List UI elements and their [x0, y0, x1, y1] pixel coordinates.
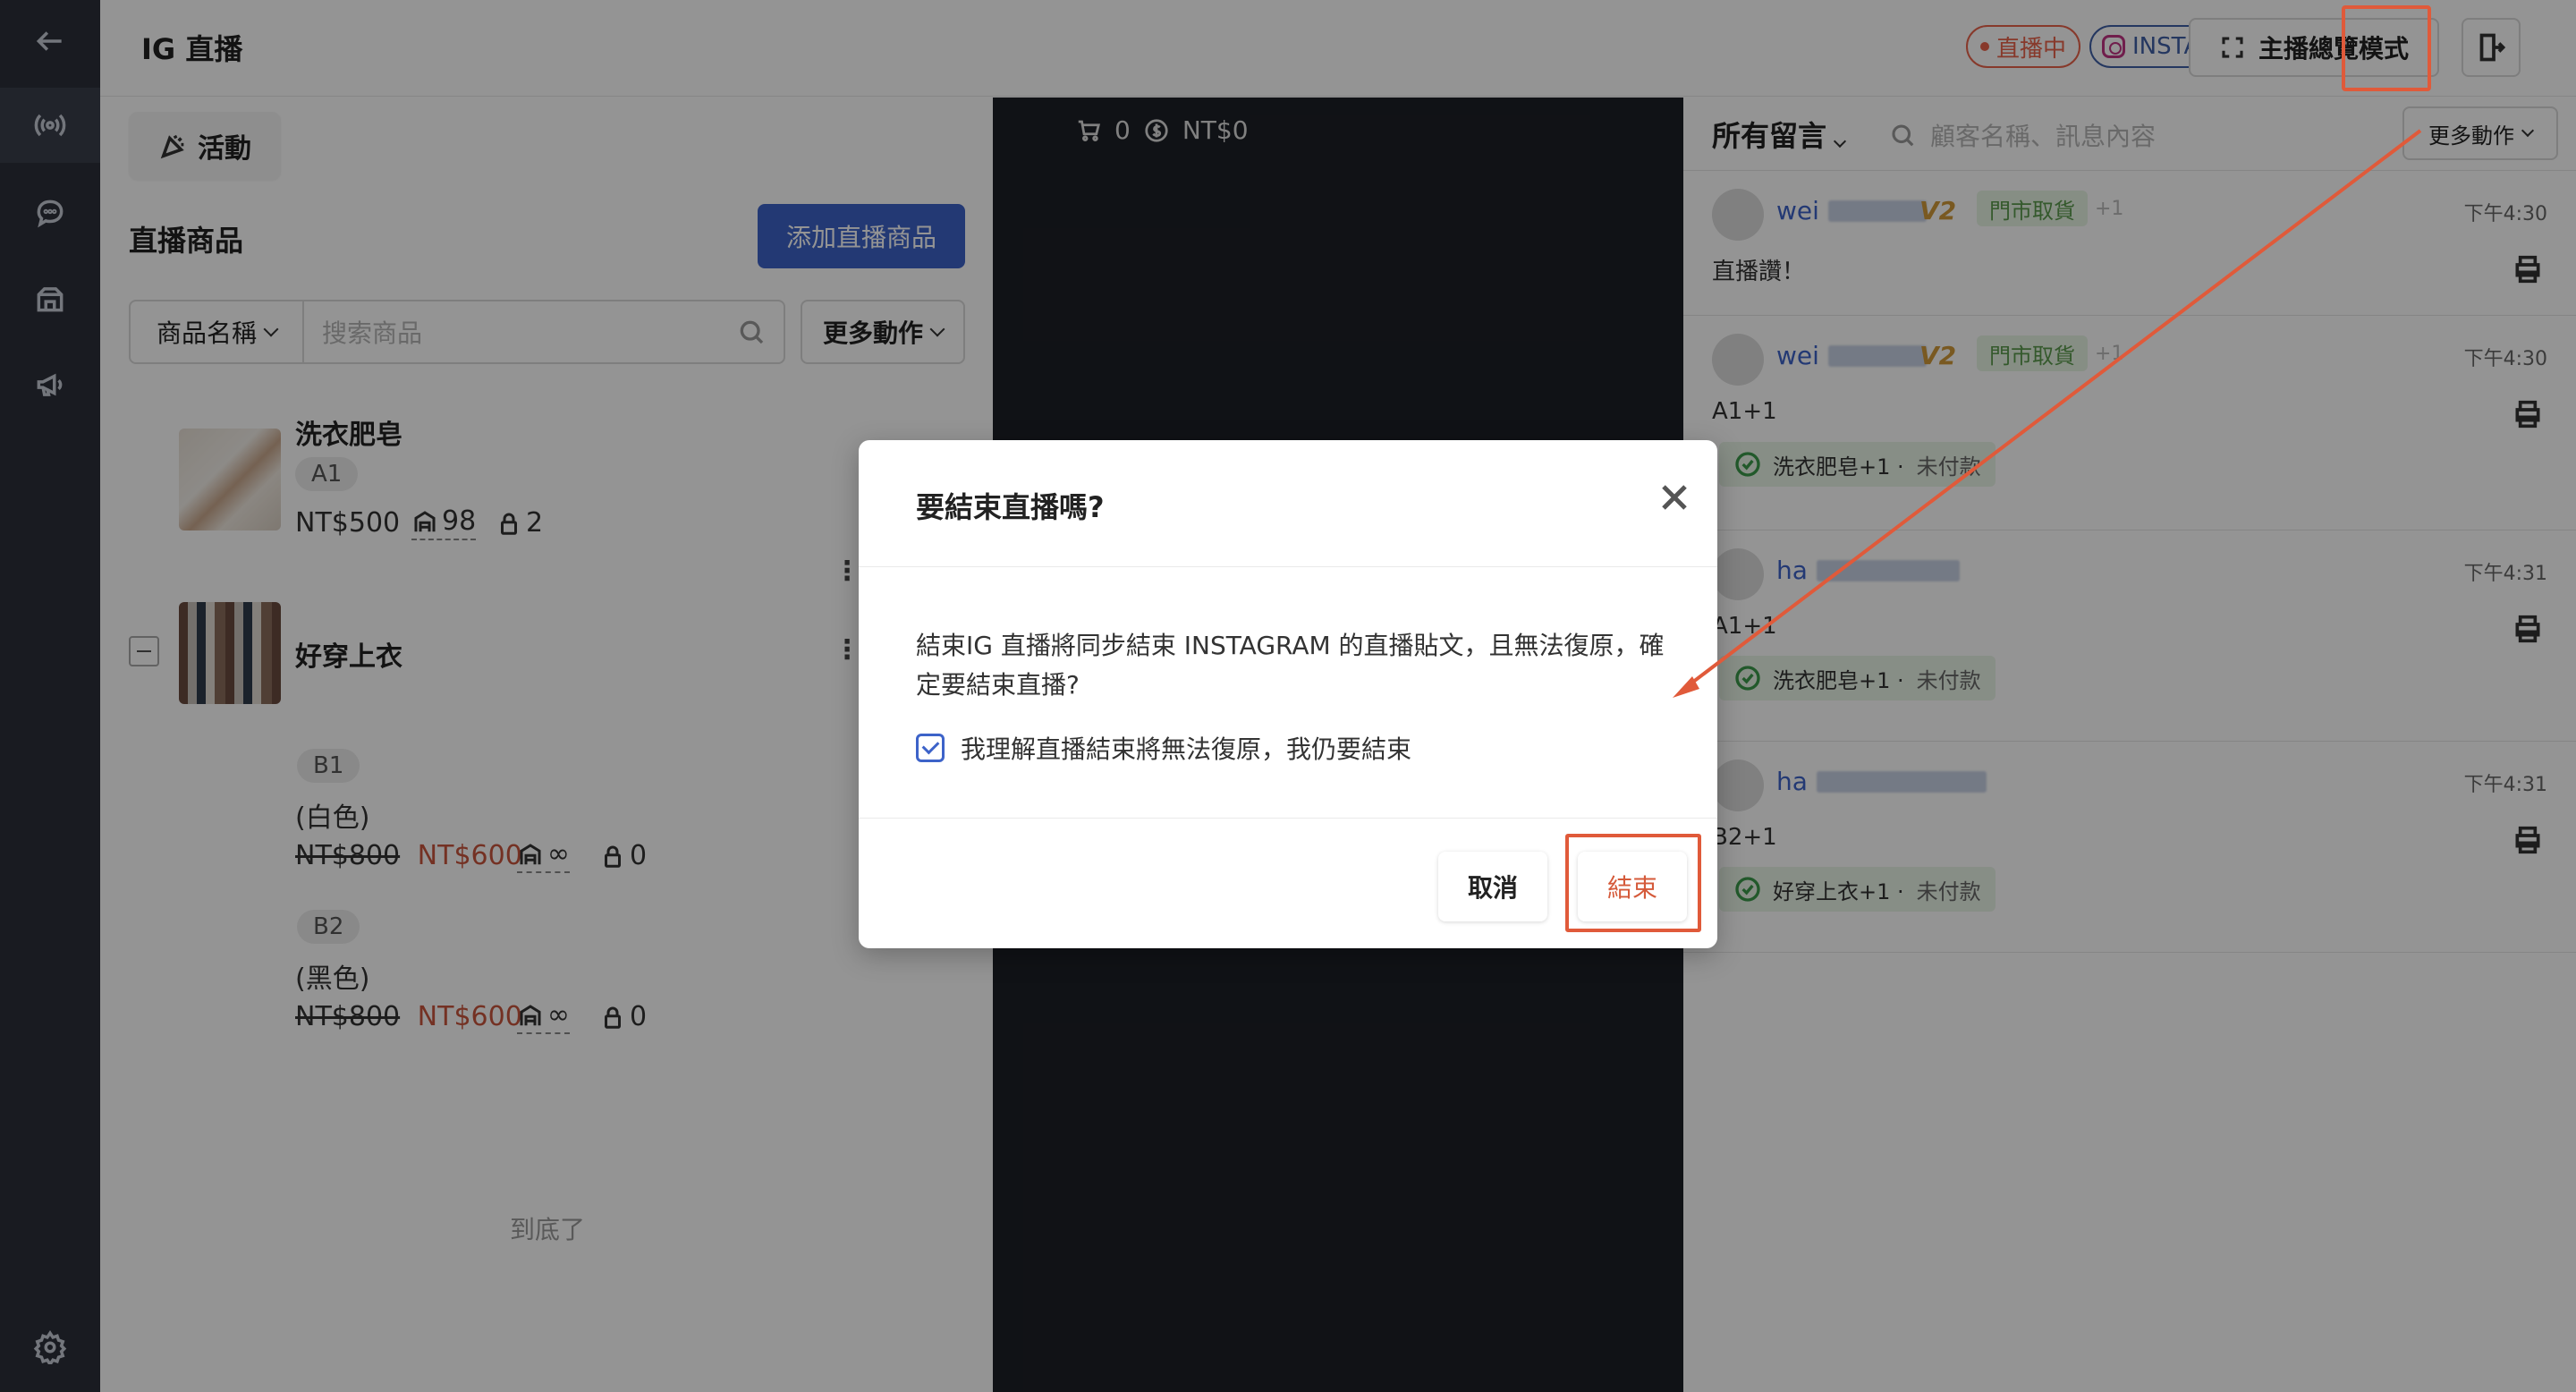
confirm-checkbox[interactable]: 我理解直播結束將無法復原，我仍要結束 — [916, 730, 1411, 766]
checkbox-checked-icon[interactable] — [916, 734, 945, 762]
close-icon — [1662, 485, 1687, 510]
confirm-checkbox-label: 我理解直播結束將無法復原，我仍要結束 — [961, 734, 1412, 764]
dialog-title: 要結束直播嗎? — [916, 490, 1105, 524]
annotation-highlight-end — [1565, 834, 1701, 932]
dialog-header: 要結束直播嗎? — [859, 440, 1717, 567]
dialog-message: 結束IG 直播將同步結束 INSTAGRAM 的直播貼文，且無法復原，確定要結束… — [916, 631, 1665, 700]
app-root: IG 直播 直播中 INSTAGRAM 主播總覽模式 活動 直播商品 添加直播商… — [0, 0, 2576, 1392]
close-button[interactable] — [1653, 476, 1696, 519]
cancel-button[interactable]: 取消 — [1438, 852, 1547, 921]
annotation-highlight-exit — [2342, 5, 2431, 91]
